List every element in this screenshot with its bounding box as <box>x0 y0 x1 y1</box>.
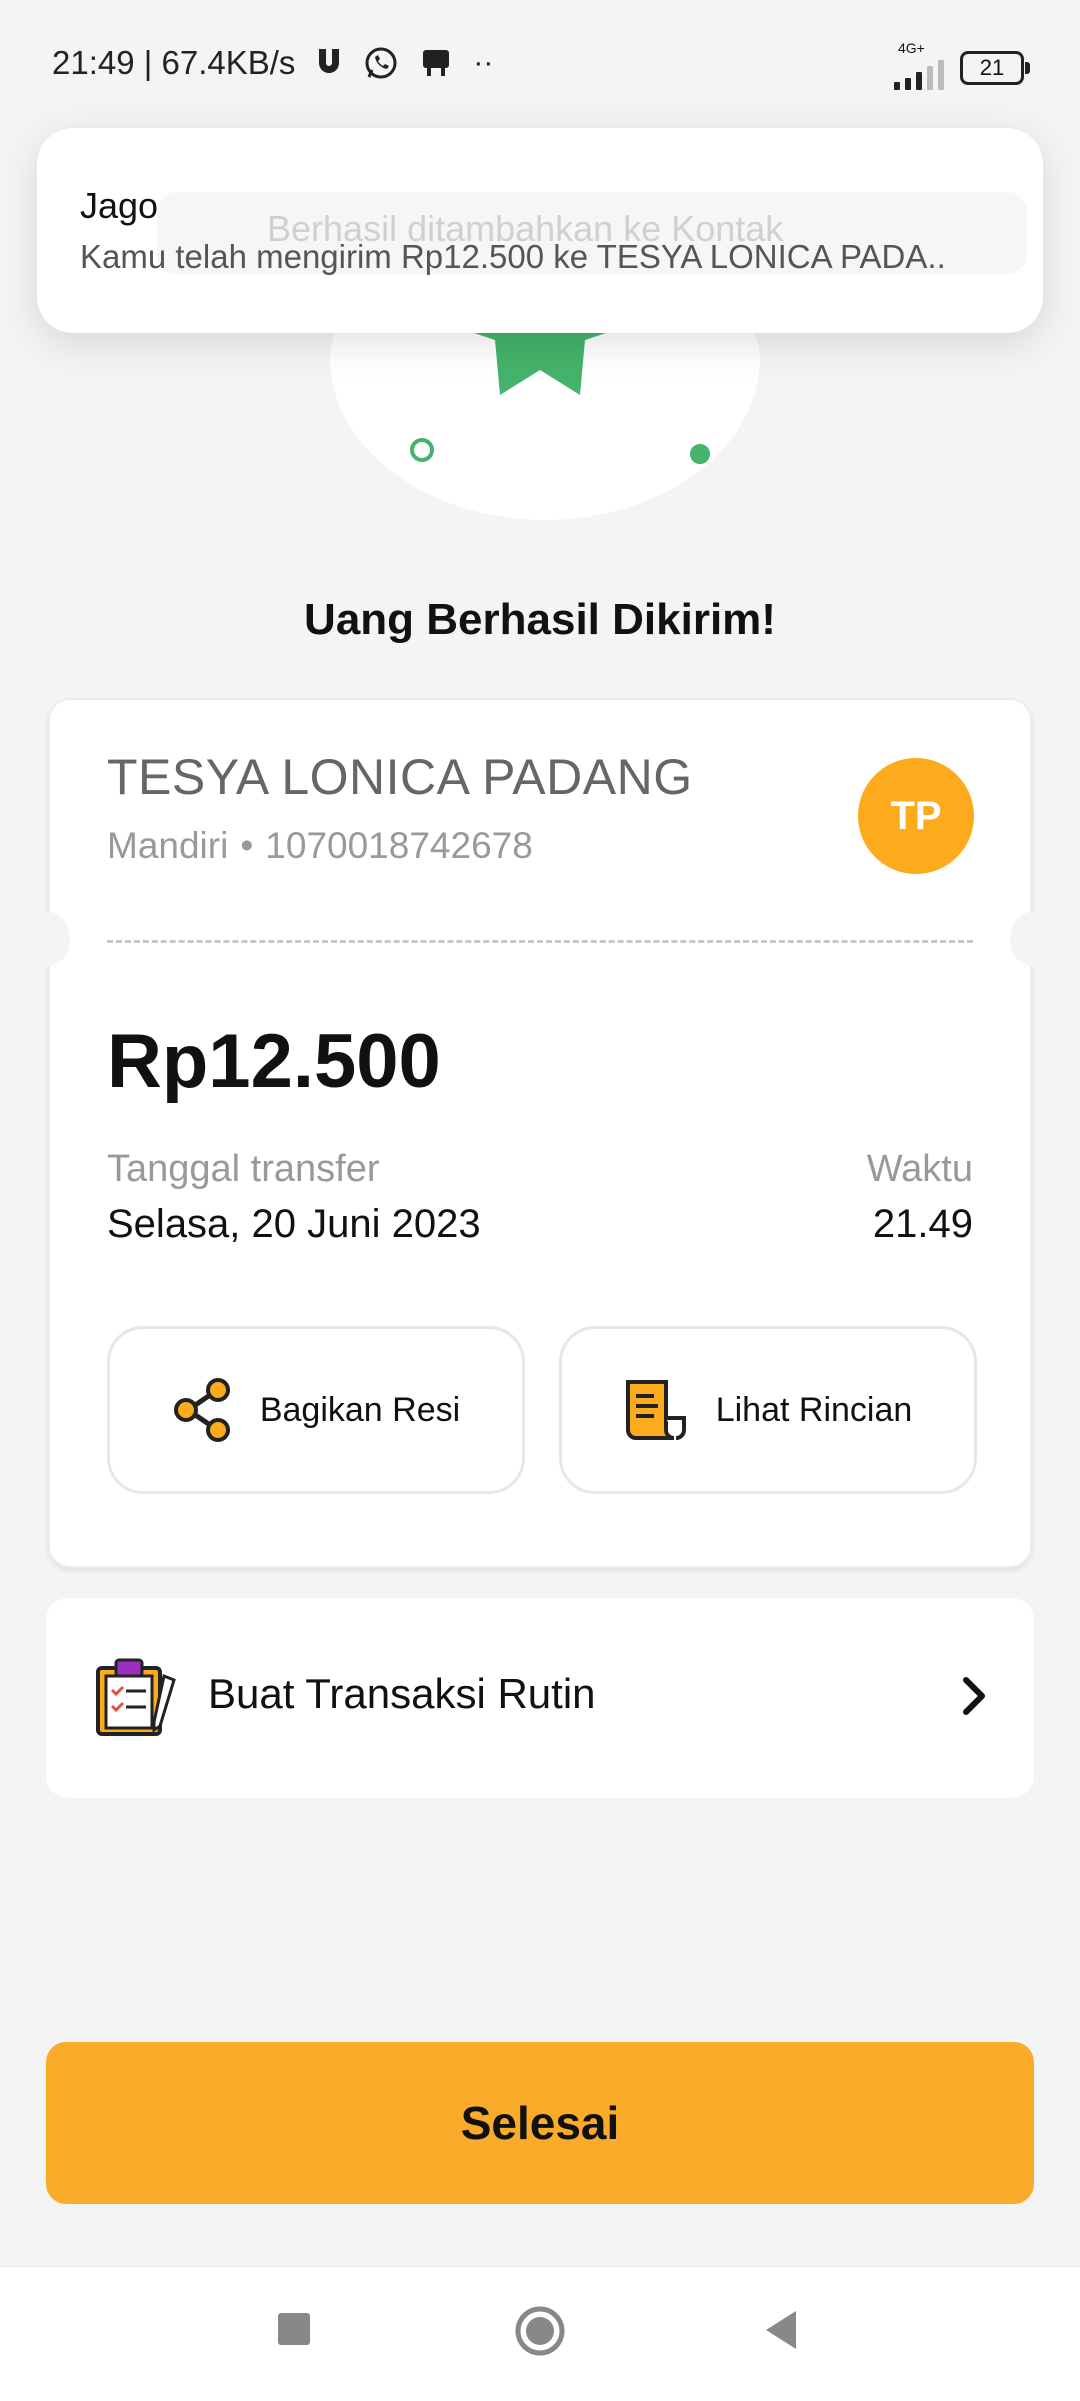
recent-apps-icon[interactable] <box>276 2311 312 2347</box>
more-notifications-indicator: ·· <box>473 46 494 79</box>
account-number: 1070018742678 <box>265 825 533 866</box>
view-details-button[interactable]: Lihat Rincian <box>559 1326 977 1494</box>
date-label: Tanggal transfer <box>107 1148 380 1190</box>
battery-icon: 21 <box>960 51 1030 85</box>
app-notification-icon <box>423 50 450 76</box>
network-type: 4G+ <box>898 40 925 56</box>
bank-name: Mandiri <box>107 825 229 866</box>
view-details-label: Lihat Rincian <box>715 1390 913 1429</box>
create-routine-transaction-row[interactable]: Buat Transaksi Rutin <box>46 1598 1034 1798</box>
time-value: 21.49 <box>872 1202 973 1246</box>
share-receipt-label: Bagikan Resi <box>259 1390 461 1429</box>
separator-dot: • <box>240 825 254 866</box>
recipient-bank-account: Mandiri • 1070018742678 <box>107 825 533 867</box>
date-value: Selasa, 20 Juni 2023 <box>107 1202 481 1246</box>
status-bar: 21:49 | 67.4KB/s ·· 4G+ 21 <box>0 0 1080 130</box>
receipt-icon <box>625 1380 686 1440</box>
share-icon <box>173 1378 230 1442</box>
chevron-right-icon <box>963 1677 985 1715</box>
avatar: TP <box>858 758 974 874</box>
done-button[interactable]: Selesai <box>46 2042 1034 2204</box>
whatsapp-icon <box>365 47 397 79</box>
share-receipt-button[interactable]: Bagikan Resi <box>107 1326 525 1494</box>
time-label: Waktu <box>866 1148 973 1190</box>
home-icon[interactable] <box>514 2305 566 2357</box>
receipt-card: TESYA LONICA PADANG Mandiri • 1070018742… <box>26 698 1054 1568</box>
page-title: Uang Berhasil Dikirim! <box>304 595 776 644</box>
recipient-name: TESYA LONICA PADANG <box>107 749 693 805</box>
back-icon[interactable] <box>762 2309 800 2351</box>
push-notification[interactable]: Berhasil ditambahkan ke Kontak Jago Kamu… <box>37 128 1043 333</box>
status-time-speed: 21:49 | 67.4KB/s <box>52 44 296 81</box>
magnet-icon <box>319 49 340 73</box>
notification-app-name: Jago <box>80 185 159 226</box>
routine-transaction-label: Buat Transaksi Rutin <box>208 1670 596 1717</box>
divider <box>107 940 973 943</box>
battery-level: 21 <box>979 55 1005 80</box>
clipboard-checklist-icon <box>96 1658 176 1736</box>
notification-message: Kamu telah mengirim Rp12.500 ke TESYA LO… <box>80 238 946 275</box>
cellular-signal-icon: 4G+ <box>894 40 944 90</box>
system-navigation-bar <box>0 2266 1080 2401</box>
decor-dot <box>410 438 434 462</box>
decor-dot <box>690 444 710 464</box>
transfer-amount: Rp12.500 <box>107 1019 441 1104</box>
